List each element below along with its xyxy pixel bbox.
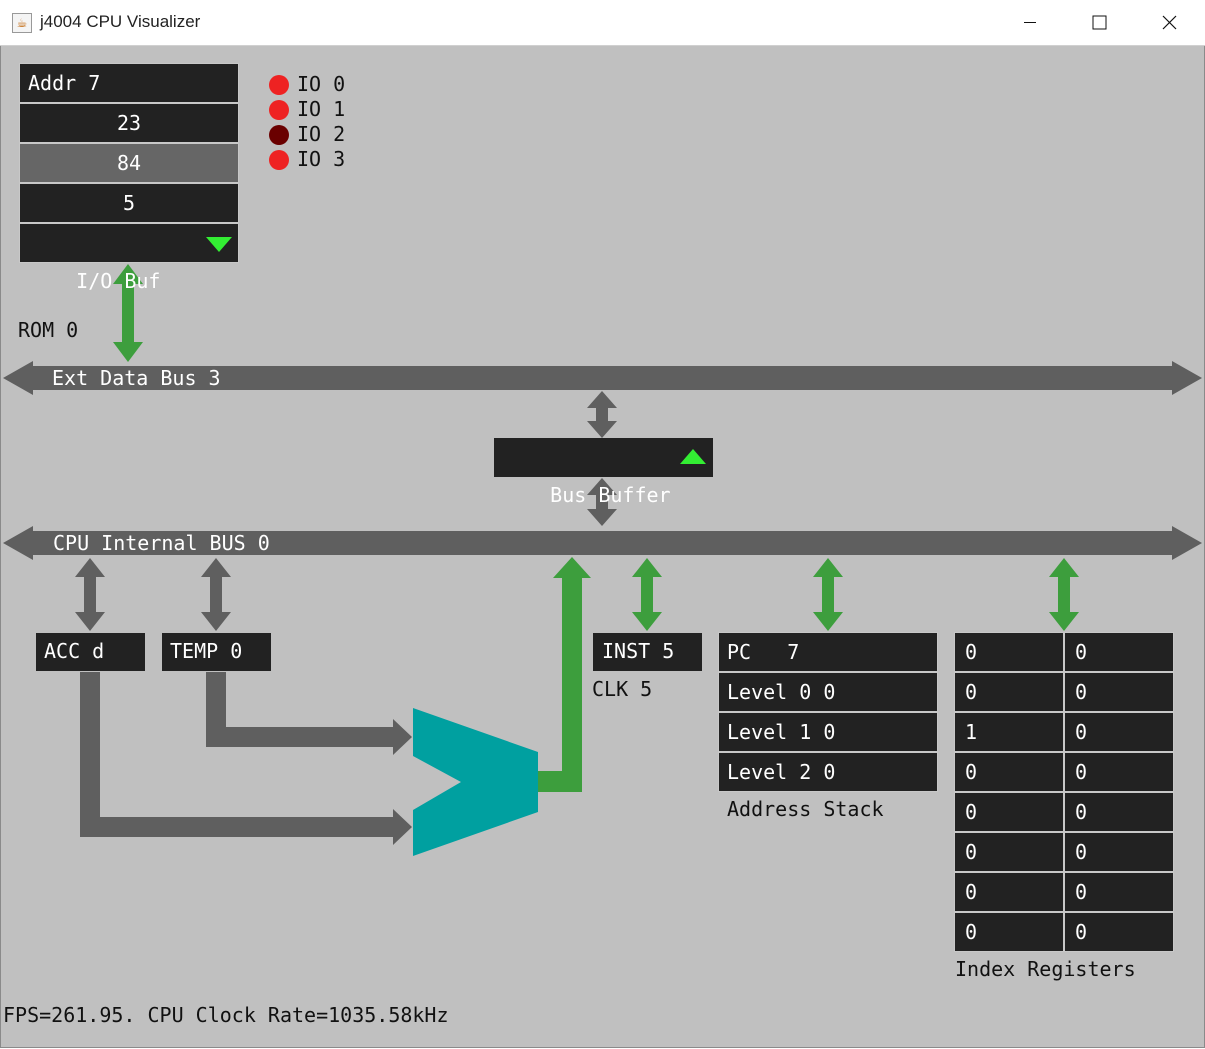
index-register-cell: 0 (1064, 832, 1174, 872)
index-register-cell: 0 (1064, 672, 1174, 712)
rom-addr: Addr 7 (19, 63, 239, 103)
ext-data-bus-label: Ext Data Bus 3 (52, 366, 221, 390)
bus-buffer: Bus Buffer (494, 438, 713, 507)
java-cup-icon: ☕ (12, 13, 32, 33)
internal-bus-label: CPU Internal BUS 0 (53, 531, 270, 555)
rom-value-0: 23 (19, 103, 239, 143)
index-register-cell: 0 (1064, 912, 1174, 952)
index-register-cell: 0 (1064, 632, 1174, 672)
index-register-cell: 0 (954, 832, 1064, 872)
io-buf-label: I/O Buf (76, 269, 161, 293)
index-registers-label: Index Registers (955, 957, 1136, 981)
index-register-cell: 0 (954, 792, 1064, 832)
index-register-cell: 0 (954, 752, 1064, 792)
bus-buffer-label: Bus Buffer (550, 483, 671, 507)
ext-buffer-link-arrow (587, 391, 617, 438)
rom-value-1-highlighted: 84 (19, 143, 239, 183)
rom-label: ROM 0 (18, 318, 79, 342)
cpu-canvas: Addr 7 23 84 5 I/O Buf ROM 0 IO 0 IO 1 I… (0, 46, 1205, 1048)
status-text: FPS=261.95. CPU Clock Rate=1035.58kHz (3, 1003, 449, 1027)
alu-output-path (537, 557, 591, 792)
index-register-cell: 0 (1064, 712, 1174, 752)
index-register-cell: 0 (1064, 752, 1174, 792)
index-register-cell: 0 (1064, 792, 1174, 832)
inst-register: INST 5 (593, 633, 702, 671)
led-icon (269, 75, 289, 95)
address-stack-label: Address Stack (727, 797, 884, 821)
index-register-cell: 0 (954, 872, 1064, 912)
stack-bus-link-arrow (813, 558, 843, 631)
index-bus-link-arrow (1049, 558, 1079, 631)
minimize-button[interactable] (995, 0, 1065, 45)
close-icon (1162, 15, 1177, 30)
stack-row-level-0: Level 0 0 (718, 672, 938, 712)
index-register-cell: 0 (954, 672, 1064, 712)
rom-io-buf: I/O Buf (19, 223, 239, 293)
alu-shape (413, 708, 538, 856)
stack-row-pc: PC 7 (718, 632, 938, 672)
rom-value-2: 5 (19, 183, 239, 223)
temp-bus-link-arrow (201, 558, 231, 631)
minimize-icon (1024, 22, 1036, 23)
temp-register: TEMP 0 (162, 633, 271, 671)
acc-alu-path (80, 672, 412, 845)
led-icon (269, 100, 289, 120)
stack-row-level-2: Level 2 0 (718, 752, 938, 792)
stack-row-level-1: Level 1 0 (718, 712, 938, 752)
temp-alu-path (206, 672, 412, 755)
acc-bus-link-arrow (75, 558, 105, 631)
acc-register: ACC d (36, 633, 145, 671)
close-button[interactable] (1135, 0, 1205, 45)
maximize-icon (1092, 15, 1107, 30)
led-icon (269, 150, 289, 170)
triangle-up-icon (680, 449, 706, 464)
clk-label: CLK 5 (592, 677, 653, 701)
inst-bus-link-arrow (632, 558, 662, 631)
triangle-down-icon (206, 237, 232, 252)
window-titlebar: ☕ j4004 CPU Visualizer (0, 0, 1205, 46)
led-icon (269, 125, 289, 145)
index-register-cell: 0 (1064, 872, 1174, 912)
maximize-button[interactable] (1065, 0, 1135, 45)
index-register-cell: 0 (954, 632, 1064, 672)
index-register-cell: 1 (954, 712, 1064, 752)
index-register-cell: 0 (954, 912, 1064, 952)
window-title: j4004 CPU Visualizer (40, 12, 201, 31)
